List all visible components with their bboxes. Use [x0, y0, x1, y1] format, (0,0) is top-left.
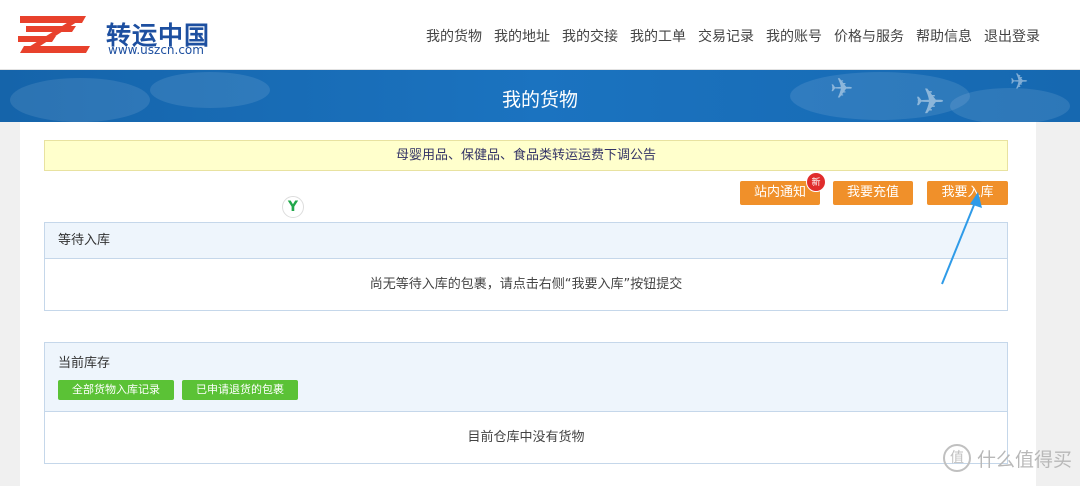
site-logo[interactable]: 转运中国 www.uszcn.com: [16, 10, 216, 60]
main-content: 母婴用品、保健品、食品类转运运费下调公告 站内通知 新 我要充值 我要入库 Y …: [20, 122, 1036, 486]
inventory-panel-header: 当前库存 全部货物入库记录 已申请退货的包裹: [45, 343, 1007, 412]
logo-url: www.uszcn.com: [108, 43, 204, 57]
nav-my-account[interactable]: 我的账号: [766, 26, 822, 46]
main-nav: 我的货物 我的地址 我的交接 我的工单 交易记录 我的账号 价格与服务 帮助信息…: [414, 26, 1040, 46]
pending-panel: 等待入库 尚无等待入库的包裹，请点击右侧“我要入库”按钮提交: [44, 222, 1008, 311]
new-badge: 新: [806, 172, 826, 192]
page-title: 我的货物: [501, 89, 578, 111]
logo-z-icon: [18, 16, 90, 53]
nav-my-address[interactable]: 我的地址: [494, 26, 550, 46]
watermark-logo-icon: 值: [942, 444, 971, 472]
nav-logout[interactable]: 退出登录: [984, 26, 1040, 46]
announcement-notice[interactable]: 母婴用品、保健品、食品类转运运费下调公告: [44, 140, 1008, 171]
inventory-panel-title: 当前库存: [58, 356, 111, 371]
pending-empty-message: 尚无等待入库的包裹，请点击右侧“我要入库”按钮提交: [369, 277, 683, 292]
recharge-button[interactable]: 我要充值: [833, 181, 913, 205]
returned-packages-button[interactable]: 已申请退货的包裹: [182, 380, 298, 400]
nav-pricing[interactable]: 价格与服务: [834, 26, 904, 46]
annotation-arrow-icon: [941, 192, 982, 285]
inventory-actions: 全部货物入库记录 已申请退货的包裹: [58, 380, 994, 400]
watermark-text: 什么值得买: [976, 448, 1072, 471]
nav-my-tickets[interactable]: 我的工单: [630, 26, 686, 46]
nav-help[interactable]: 帮助信息: [916, 26, 972, 46]
inventory-empty-message: 目前仓库中没有货物: [467, 430, 585, 445]
all-stock-in-records-button[interactable]: 全部货物入库记录: [58, 380, 174, 400]
inventory-panel: 当前库存 全部货物入库记录 已申请退货的包裹 目前仓库中没有货物: [44, 342, 1008, 464]
nav-my-goods[interactable]: 我的货物: [426, 26, 482, 46]
pending-panel-title: 等待入库: [45, 223, 1007, 259]
nav-transactions[interactable]: 交易记录: [698, 26, 754, 46]
nav-my-handover[interactable]: 我的交接: [562, 26, 618, 46]
watermark: 值 什么值得买: [942, 444, 1072, 472]
y-logo-icon: Y: [282, 196, 304, 218]
page-banner: ✈ ✈ ✈ 我的货物: [0, 70, 1080, 122]
site-header: 转运中国 www.uszcn.com 我的货物 我的地址 我的交接 我的工单 交…: [0, 0, 1080, 70]
